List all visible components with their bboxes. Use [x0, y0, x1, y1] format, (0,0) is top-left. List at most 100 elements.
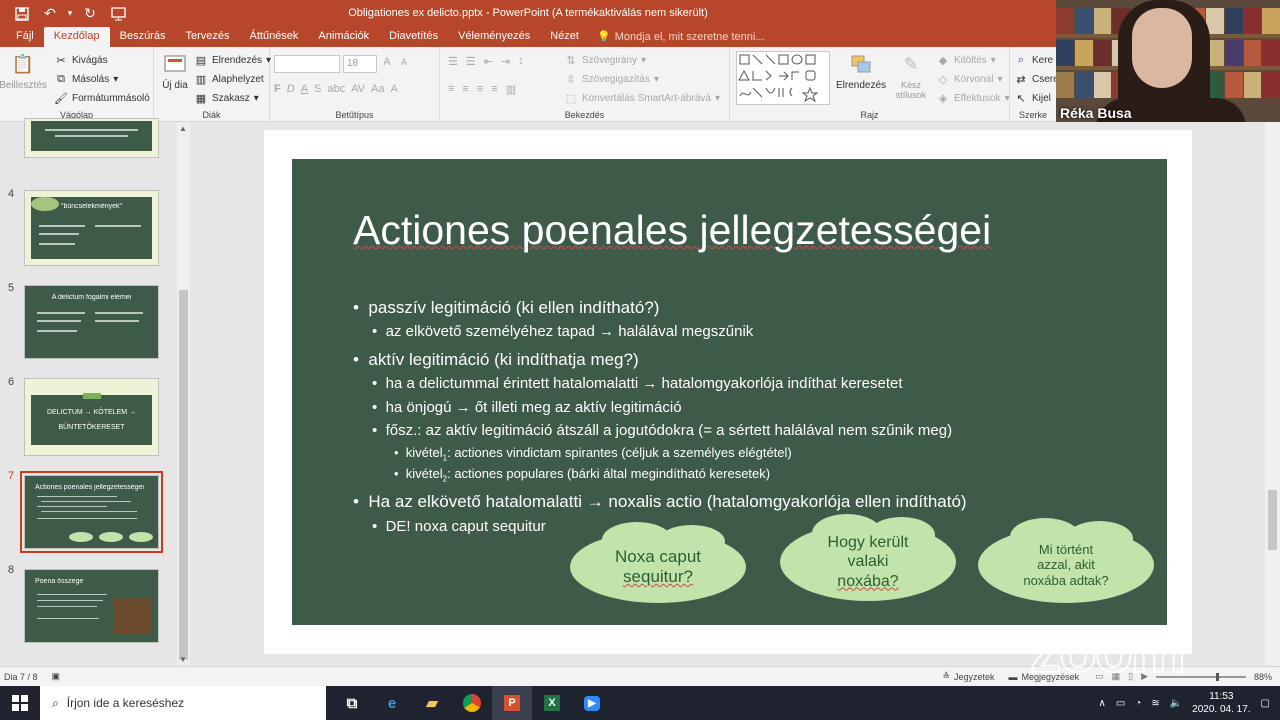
quick-styles-button[interactable]: ✎ Kész stílusok — [892, 51, 930, 101]
scroll-thumb[interactable] — [1268, 490, 1277, 550]
current-slide[interactable]: Actiones poenales jellegzetességei • pas… — [292, 159, 1167, 625]
bullet-line[interactable]: • ha a delictummal érintett hatalomalatt… — [372, 375, 903, 392]
save-icon[interactable] — [8, 0, 36, 27]
windows-start-icon[interactable] — [0, 686, 40, 720]
format-painter-button[interactable]: 🖌 Formátummásoló — [54, 89, 150, 108]
font-size-box[interactable]: 18 — [343, 55, 377, 73]
section-button[interactable]: ▦ Szakasz ▾ — [194, 89, 271, 108]
bullet-line[interactable]: • fősz.: az aktív legitimáció átszáll a … — [372, 422, 952, 439]
find-button[interactable]: ⌕ Kere — [1014, 51, 1059, 70]
battery-icon[interactable]: ▭ — [1116, 698, 1125, 709]
cloud-shape[interactable]: Hogy került valaki noxába? — [780, 513, 956, 601]
decrease-font-icon[interactable]: A — [397, 55, 411, 69]
bullet-line[interactable]: • az elkövető személyéhez tapad → halálá… — [372, 323, 753, 340]
bullet-line[interactable]: • kivétel2: actiones populares (bárki ál… — [394, 466, 770, 484]
wifi-icon[interactable]: ≋ — [1151, 698, 1159, 709]
tab-animations[interactable]: Animációk — [308, 27, 379, 47]
tab-insert[interactable]: Beszúrás — [110, 27, 176, 47]
slide-title[interactable]: Actiones poenales jellegzetességei — [353, 207, 991, 254]
tab-home[interactable]: Kezdőlap — [43, 27, 110, 47]
increase-font-icon[interactable]: A — [380, 55, 394, 69]
columns-icon[interactable]: ▥ — [506, 83, 516, 96]
redo-icon[interactable]: ↻ — [76, 0, 104, 27]
volume-icon[interactable]: 🔈 — [1170, 698, 1182, 709]
layout-button[interactable]: ▤ Elrendezés ▾ — [194, 51, 271, 70]
slide-thumbnail-7[interactable]: Actiones poenales jellegzetességei — [20, 471, 163, 553]
bullet-line[interactable]: • aktív legitimáció (ki indíthatja meg?) — [353, 350, 639, 370]
char-spacing-icon[interactable]: AV — [351, 83, 365, 95]
bullet-line[interactable]: • passzív legitimáció (ki ellen indíthat… — [353, 298, 659, 318]
scroll-down-icon[interactable]: ▼ — [179, 655, 187, 664]
notifications-icon[interactable]: ▢ — [1261, 698, 1270, 709]
slide-thumbnail-8[interactable]: Poena összege — [24, 569, 159, 643]
justify-icon[interactable]: ≡ — [491, 83, 497, 96]
align-center-icon[interactable]: ≡ — [462, 83, 468, 96]
shape-outline-button[interactable]: ◇ Körvonal ▾ — [936, 70, 1010, 89]
cloud-shape[interactable]: Mi történt azzal, akit noxába adtak? — [978, 517, 1154, 603]
shape-fill-button[interactable]: ◆ Kitöltés ▾ — [936, 51, 1010, 70]
copy-button[interactable]: ⧉ Másolás ▾ — [54, 70, 150, 89]
shape-effects-button[interactable]: ◈ Effektusok ▾ — [936, 89, 1010, 108]
tab-transitions[interactable]: Áttűnések — [240, 27, 309, 47]
text-direction-button[interactable]: ⇅ Szövegirány ▾ — [564, 51, 720, 70]
bullet-line[interactable]: • Ha az elkövető hatalomalatti → noxalis… — [353, 492, 967, 512]
taskbar-search-box[interactable]: ⌕ Írjon ide a kereséshez — [40, 686, 326, 720]
tab-view[interactable]: Nézet — [540, 27, 589, 47]
bullet-line[interactable]: • kivétel1: actiones vindictam spirantes… — [394, 445, 792, 463]
arrange-button[interactable]: Elrendezés — [836, 51, 886, 91]
thumbnail-scrollbar[interactable]: ▲ ▼ — [177, 122, 190, 666]
tab-slideshow[interactable]: Diavetítés — [379, 27, 448, 47]
font-name-box[interactable] — [274, 55, 340, 73]
tab-review[interactable]: Véleményezés — [448, 27, 540, 47]
clock[interactable]: 11:53 2020. 04. 17. — [1192, 690, 1250, 716]
slide-thumbnail-4[interactable]: "bűncselekmények" — [24, 190, 159, 266]
tab-file[interactable]: Fájl — [6, 27, 44, 47]
network-icon[interactable]: ◔ — [1135, 698, 1141, 709]
zoom-level[interactable]: 88% — [1254, 672, 1272, 682]
align-left-icon[interactable]: ≡ — [448, 83, 454, 96]
powerpoint-app-icon[interactable]: P — [492, 686, 532, 720]
tell-me-box[interactable]: 💡 Mondja el, mit szeretne tenni... — [589, 27, 765, 47]
cloud-shape[interactable]: Noxa caput sequitur? — [570, 522, 746, 603]
align-right-icon[interactable]: ≡ — [477, 83, 483, 96]
smartart-button[interactable]: ⬚ Konvertálás SmartArt-ábrává ▾ — [564, 89, 720, 108]
bullet-line[interactable]: • ha önjogú → őt illeti meg az aktív leg… — [372, 399, 682, 416]
align-text-button[interactable]: ⇳ Szövegigazítás ▾ — [564, 70, 720, 89]
bold-button[interactable]: F — [274, 83, 281, 95]
font-color-icon[interactable]: A — [390, 83, 397, 95]
paste-button[interactable]: 📋 Beillesztés — [0, 51, 47, 92]
line-spacing-icon[interactable]: ↕ — [518, 55, 524, 68]
scroll-thumb[interactable] — [179, 290, 188, 660]
chevron-down-icon[interactable]: ▾ — [64, 0, 76, 27]
accessibility-icon[interactable]: ▣ — [52, 671, 61, 682]
slide-thumbnail-3[interactable] — [24, 118, 159, 158]
bullet-line[interactable]: • DE! noxa caput sequitur — [372, 518, 546, 535]
increase-indent-icon[interactable]: ⇥ — [501, 55, 510, 68]
start-presentation-icon[interactable] — [104, 0, 132, 27]
chrome-icon[interactable] — [452, 686, 492, 720]
notes-button[interactable]: ≙ Jegyzetek — [942, 671, 994, 682]
replace-button[interactable]: ⇄ Csere — [1014, 70, 1058, 89]
edge-browser-icon[interactable]: e — [372, 686, 412, 720]
scroll-up-icon[interactable]: ▲ — [179, 124, 187, 133]
reset-button[interactable]: ▥ Alaphelyzet — [194, 70, 271, 89]
file-explorer-icon[interactable]: ▰ — [412, 686, 452, 720]
slide-thumbnail-5[interactable]: A delictum fogalmi elemei — [24, 285, 159, 359]
strikethrough-icon[interactable]: abc — [327, 83, 345, 95]
shapes-gallery[interactable] — [736, 51, 830, 105]
cut-button[interactable]: ✂ Kivágás — [54, 51, 150, 70]
select-button[interactable]: ↖ Kijel — [1014, 89, 1059, 108]
numbering-icon[interactable]: ☰ — [466, 55, 476, 68]
new-slide-button[interactable]: Új dia — [156, 51, 194, 91]
change-case-icon[interactable]: Aa — [371, 83, 384, 95]
slide-thumbnail-6[interactable]: DELICTUM → KÖTELEM → BÜNTETŐKERESET — [24, 378, 159, 456]
bullets-icon[interactable]: ☰ — [448, 55, 458, 68]
underline-button[interactable]: A — [301, 83, 308, 95]
canvas-scrollbar[interactable] — [1265, 122, 1280, 666]
excel-app-icon[interactable]: X — [532, 686, 572, 720]
tab-design[interactable]: Tervezés — [175, 27, 239, 47]
zoom-slider-handle[interactable] — [1215, 672, 1219, 681]
decrease-indent-icon[interactable]: ⇤ — [484, 55, 493, 68]
zoom-app-icon[interactable]: ▶ — [572, 686, 612, 720]
chevron-up-icon[interactable]: ∧ — [1098, 698, 1105, 709]
